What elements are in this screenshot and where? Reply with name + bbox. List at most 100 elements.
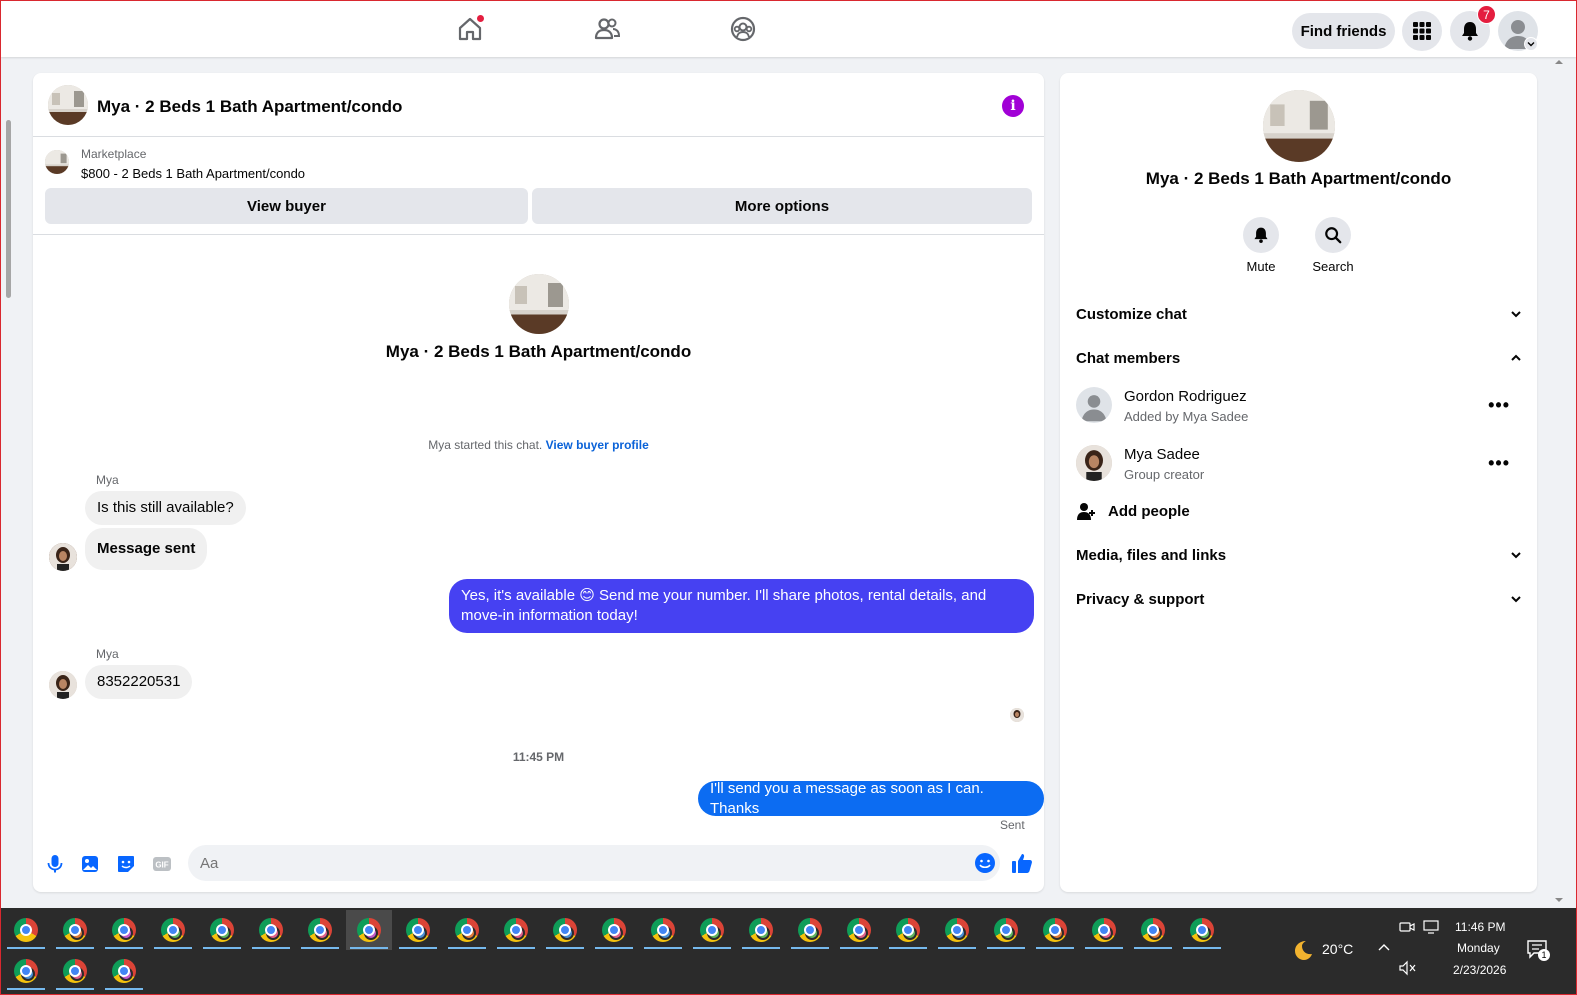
taskbar-chrome-profile[interactable] [493, 910, 539, 950]
member-options-icon[interactable]: ••• [1488, 453, 1510, 474]
taskbar-chrome-profile[interactable] [52, 910, 98, 950]
customize-chat-label: Customize chat [1076, 305, 1187, 323]
taskbar-chrome-profile[interactable] [52, 951, 98, 991]
network-icon[interactable] [1423, 920, 1441, 934]
clock-time[interactable]: 11:46 PM [1455, 920, 1505, 934]
taskbar-chrome-profile[interactable] [983, 910, 1029, 950]
message-input[interactable] [200, 845, 960, 881]
outgoing-message[interactable]: Yes, it's available 😊 Send me your numbe… [449, 579, 1034, 633]
taskbar-chrome-profile[interactable] [591, 910, 637, 950]
add-people-label: Add people [1108, 502, 1190, 520]
sticker-button[interactable] [115, 853, 137, 875]
incoming-message[interactable]: 8352220531 [85, 665, 193, 699]
clock-day[interactable]: Monday [1457, 941, 1500, 955]
info-icon[interactable]: i [1002, 95, 1024, 117]
taskbar-chrome-profile[interactable] [199, 910, 245, 950]
clock-date[interactable]: 2/23/2026 [1453, 963, 1506, 977]
taskbar-chrome-profile[interactable] [885, 910, 931, 950]
view-buyer-button[interactable]: View buyer [45, 188, 528, 224]
add-person-icon [1077, 503, 1095, 520]
marketplace-label: Marketplace [81, 147, 147, 161]
voice-clip-button[interactable] [44, 853, 66, 875]
search-icon [1325, 227, 1342, 244]
view-buyer-profile-link[interactable]: View buyer profile [546, 438, 649, 452]
chrome-icon [749, 918, 773, 942]
taskbar-chrome-profile[interactable] [689, 910, 735, 950]
taskbar-chrome-profile[interactable] [248, 910, 294, 950]
add-people-button[interactable]: Add people [1076, 499, 1190, 523]
taskbar-chrome-profile[interactable] [934, 910, 980, 950]
taskbar-chrome-profile[interactable] [836, 910, 882, 950]
message-timestamp: 11:45 PM [512, 750, 565, 764]
outgoing-message[interactable]: I'll send you a message as soon as I can… [698, 780, 1044, 817]
incoming-message[interactable]: Is this still available? [85, 491, 246, 525]
weather-icon[interactable] [1291, 938, 1315, 962]
chrome-icon [798, 918, 822, 942]
taskbar-chrome-profile[interactable] [738, 910, 784, 950]
chrome-icon [700, 918, 724, 942]
privacy-support-section[interactable]: Privacy & support [1076, 585, 1522, 613]
top-navigation-bar: Find friends 7 [1, 1, 1576, 57]
chrome-icon [553, 918, 577, 942]
meet-now-icon[interactable] [1399, 920, 1415, 934]
taskbar-chrome-profile[interactable] [1032, 910, 1078, 950]
chrome-icon [259, 918, 283, 942]
member-name: Gordon Rodriguez [1124, 388, 1247, 405]
attach-photo-button[interactable] [79, 853, 101, 875]
gif-icon: GIF [153, 857, 171, 871]
show-hidden-icons-button[interactable] [1376, 940, 1392, 956]
friends-tab[interactable] [593, 15, 621, 43]
like-button[interactable] [1010, 851, 1034, 875]
chat-thumbnail[interactable] [48, 85, 88, 125]
scrollbar-thumb[interactable] [6, 120, 11, 298]
taskbar-chrome-profile[interactable] [640, 910, 686, 950]
listing-title[interactable]: $800 - 2 Beds 1 Bath Apartment/condo [81, 166, 305, 181]
member-row[interactable]: Mya Sadee Group creator ••• [1076, 443, 1522, 489]
person-photo [49, 543, 77, 571]
right-scrollbar[interactable] [1552, 58, 1566, 908]
taskbar-chrome-profile-active[interactable] [346, 910, 392, 950]
menu-button[interactable] [1402, 11, 1442, 51]
taskbar-chrome-profile[interactable] [787, 910, 833, 950]
chat-members-section[interactable]: Chat members [1076, 344, 1522, 372]
sender-avatar[interactable] [49, 671, 77, 699]
details-photo[interactable] [1263, 90, 1335, 162]
action-center-button[interactable]: 1 [1526, 938, 1550, 962]
taskbar-chrome-profile[interactable] [444, 910, 490, 950]
weather-temperature[interactable]: 20°C [1322, 941, 1353, 957]
home-tab[interactable] [456, 14, 485, 43]
member-row[interactable]: Gordon Rodriguez Added by Mya Sadee ••• [1076, 385, 1522, 431]
taskbar-chrome-profile[interactable] [1130, 910, 1176, 950]
groups-tab[interactable] [729, 15, 757, 43]
taskbar-chrome-profile[interactable] [1081, 910, 1127, 950]
taskbar-chrome-profile[interactable] [297, 910, 343, 950]
member-subtitle: Added by Mya Sadee [1124, 409, 1249, 424]
member-options-icon[interactable]: ••• [1488, 395, 1510, 416]
media-files-links-section[interactable]: Media, files and links [1076, 541, 1522, 569]
chrome-icon [210, 918, 234, 942]
incoming-message[interactable]: Message sent [85, 528, 208, 570]
taskbar-chrome-profile[interactable] [150, 910, 196, 950]
mute-button[interactable]: Mute [1231, 217, 1291, 274]
volume-icon[interactable] [1399, 960, 1417, 976]
taskbar-chrome-profile[interactable] [101, 951, 147, 991]
taskbar-chrome-profile[interactable] [542, 910, 588, 950]
emoji-button[interactable] [974, 852, 996, 874]
taskbar-chrome-profile[interactable] [3, 951, 49, 991]
sender-avatar[interactable] [49, 543, 77, 571]
more-options-button[interactable]: More options [532, 188, 1032, 224]
taskbar-chrome-app[interactable] [3, 910, 49, 950]
left-scrollbar[interactable] [3, 108, 13, 900]
person-photo [49, 671, 77, 699]
account-menu-caret[interactable] [1524, 37, 1538, 51]
search-button[interactable]: Search [1303, 217, 1363, 274]
chrome-icon [602, 918, 626, 942]
taskbar-chrome-profile[interactable] [395, 910, 441, 950]
gif-button[interactable]: GIF [151, 853, 173, 875]
find-friends-button[interactable]: Find friends [1292, 13, 1395, 49]
taskbar-chrome-profile[interactable] [101, 910, 147, 950]
bell-icon [1254, 227, 1268, 243]
customize-chat-section[interactable]: Customize chat [1076, 300, 1522, 328]
taskbar-chrome-profile[interactable] [1179, 910, 1225, 950]
listing-thumbnail[interactable] [45, 150, 69, 174]
